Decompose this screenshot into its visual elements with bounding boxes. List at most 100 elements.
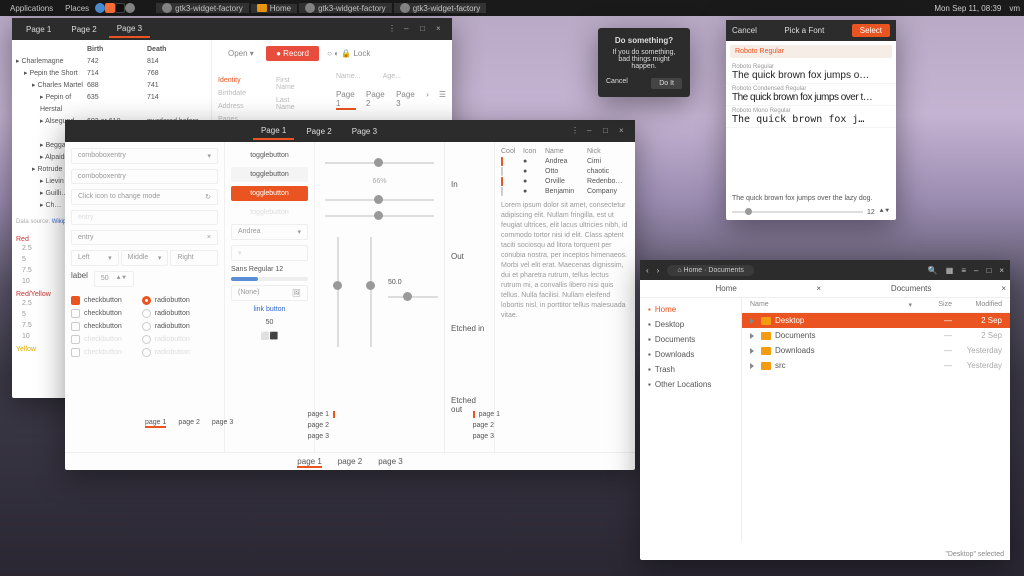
minimize-icon[interactable]: –: [587, 126, 597, 136]
size-slider[interactable]: [732, 211, 863, 213]
side-tabs[interactable]: page 1page 2page 3: [308, 411, 335, 440]
align-right[interactable]: Right: [170, 250, 218, 266]
open-button[interactable]: Open ▾: [218, 46, 264, 61]
size-value[interactable]: 12: [867, 209, 875, 216]
lock-toggle[interactable]: ○ ◐ 🔒 Lock: [327, 49, 370, 58]
sidebar-item[interactable]: ▪Desktop: [640, 317, 741, 332]
slider-thumb[interactable]: [374, 211, 383, 220]
close-icon[interactable]: ×: [436, 24, 446, 34]
sidebar-item[interactable]: ▪Trash: [640, 362, 741, 377]
maximize-icon[interactable]: □: [420, 24, 430, 34]
task-item[interactable]: gtk3-widget-factory: [394, 3, 487, 13]
tab-documents[interactable]: Documents: [825, 280, 997, 297]
clock[interactable]: Mon Sep 11, 08:39: [934, 4, 1001, 13]
tab-close-icon[interactable]: ×: [997, 280, 1010, 297]
add-icon[interactable]: ☰: [439, 90, 446, 110]
bottom-tabs[interactable]: page 1page 2page 3: [145, 419, 233, 428]
inner-tab[interactable]: Page 3: [396, 90, 416, 110]
minimize-icon[interactable]: –: [404, 24, 414, 34]
entry[interactable]: entry×: [71, 230, 218, 245]
close-icon[interactable]: ×: [619, 126, 629, 136]
places-menu[interactable]: Places: [59, 4, 95, 13]
align-mid[interactable]: Middle ▾: [121, 250, 169, 266]
font-button[interactable]: Sans Regular 12: [231, 266, 308, 273]
checkbox[interactable]: [71, 309, 80, 318]
checkbox[interactable]: [501, 157, 503, 166]
stepper-icon[interactable]: ⯅⯆: [879, 208, 890, 216]
maximize-icon[interactable]: □: [603, 126, 613, 136]
table-row[interactable]: ●BenjaminCompany: [501, 188, 629, 195]
refresh-icon[interactable]: ↻: [205, 193, 211, 201]
tree-node[interactable]: ▸ Pepin the Short: [16, 68, 87, 80]
expand-icon[interactable]: [750, 318, 754, 324]
slider-thumb[interactable]: [374, 158, 383, 167]
person-combo[interactable]: Andrea▾: [231, 224, 308, 240]
sidebar-item[interactable]: ▪Downloads: [640, 347, 741, 362]
forward-icon[interactable]: ›: [657, 266, 660, 275]
age-input[interactable]: Age...: [383, 73, 401, 80]
radio[interactable]: [142, 309, 151, 318]
file-row[interactable]: src—Yesterday: [742, 358, 1010, 373]
cancel-button[interactable]: Cancel: [732, 26, 757, 35]
table-row[interactable]: ●Ottochaotic: [501, 168, 629, 175]
cancel-button[interactable]: Cancel: [606, 78, 628, 89]
checkbox[interactable]: [71, 296, 80, 305]
footer-tab[interactable]: page 3: [378, 457, 402, 468]
vscale[interactable]: [370, 237, 372, 347]
titlebar[interactable]: Page 1 Page 2 Page 3 ⋮ – □ ×: [12, 18, 452, 40]
togglebutton[interactable]: togglebutton: [231, 167, 308, 182]
radio[interactable]: [142, 322, 151, 331]
chevron-right-icon[interactable]: ›: [426, 90, 429, 110]
tab-page2[interactable]: Page 2: [298, 124, 339, 139]
radio[interactable]: [142, 296, 151, 305]
file-row[interactable]: Downloads—Yesterday: [742, 343, 1010, 358]
task-item[interactable]: Home: [251, 4, 297, 13]
user-menu[interactable]: vm: [1009, 4, 1020, 13]
chevron-down-icon[interactable]: ▾: [207, 152, 211, 160]
combo-entry[interactable]: comboboxentry▾: [71, 148, 218, 164]
globe-icon[interactable]: [95, 3, 105, 13]
maximize-icon[interactable]: □: [986, 266, 991, 275]
spin[interactable]: 50 ⯅⯆: [94, 271, 134, 287]
file-chooser[interactable]: (None)🖼: [231, 285, 308, 301]
checkbox[interactable]: [501, 177, 503, 186]
tab-close-icon[interactable]: ×: [812, 280, 825, 297]
close-icon[interactable]: ×: [999, 266, 1004, 275]
footer-tab[interactable]: page 1: [297, 457, 321, 468]
checkbox[interactable]: [501, 187, 503, 196]
tree-node[interactable]: ▸ Pepin of Herstal: [16, 92, 87, 116]
titlebar[interactable]: Page 1 Page 2 Page 3 ⋮ – □ ×: [65, 120, 635, 142]
tab-home[interactable]: Home: [640, 280, 812, 297]
expand-icon[interactable]: [750, 348, 754, 354]
sidebar-item[interactable]: ▪Documents: [640, 332, 741, 347]
expand-icon[interactable]: [750, 363, 754, 369]
sidebar-item[interactable]: ▪Other Locations: [640, 377, 741, 392]
table-row[interactable]: ●AndreaCimi: [501, 158, 629, 165]
switch[interactable]: ⬜⬛: [231, 332, 308, 340]
tab-page1[interactable]: Page 1: [253, 123, 294, 140]
files-headerbar[interactable]: ‹ › ⌂ Home · Documents 🔍 ▦ ≡ – □ ×: [640, 260, 1010, 280]
hscale[interactable]: [388, 296, 438, 298]
menu-icon[interactable]: ⋮: [388, 24, 398, 34]
font-search[interactable]: Roboto Regular: [730, 45, 892, 58]
togglebutton[interactable]: togglebutton: [231, 148, 308, 163]
view-icon[interactable]: ▦: [946, 266, 954, 275]
align-left[interactable]: Left ▾: [71, 250, 119, 266]
combo-entry[interactable]: comboboxentry: [71, 169, 218, 184]
spin-value[interactable]: 50: [231, 319, 308, 326]
task-item[interactable]: gtk3-widget-factory: [156, 3, 249, 13]
footer-tab[interactable]: page 2: [338, 457, 362, 468]
font-row[interactable]: Roboto RegularThe quick brown fox jumps …: [726, 62, 896, 84]
tab-page3[interactable]: Page 3: [109, 21, 150, 38]
mode-entry[interactable]: Click icon to change mode↻: [71, 189, 218, 205]
last-name-input[interactable]: Last Name: [276, 97, 306, 111]
menu-icon[interactable]: ≡: [961, 266, 966, 275]
file-row[interactable]: Desktop—2 Sep: [742, 313, 1010, 328]
settings-icon[interactable]: [125, 3, 135, 13]
tree-node[interactable]: ▸ Charles Martel: [16, 80, 87, 92]
record-button[interactable]: ● Record: [266, 46, 319, 61]
inner-tab[interactable]: Page 2: [366, 90, 386, 110]
expand-icon[interactable]: [750, 333, 754, 339]
togglebutton-active[interactable]: togglebutton: [231, 186, 308, 201]
checkbox[interactable]: [71, 322, 80, 331]
